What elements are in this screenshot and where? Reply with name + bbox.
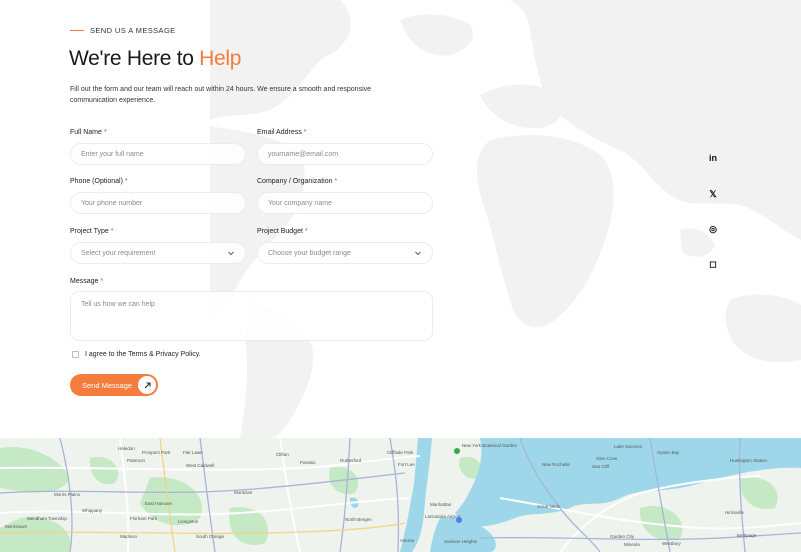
dribbble-link[interactable]: ◎ (703, 219, 723, 239)
map-label: Astoria (400, 538, 415, 543)
map-label: Great Neck (537, 504, 560, 509)
message-placeholder: Tell us how we can help (81, 301, 155, 308)
email-placeholder: yourname@email.com (268, 150, 339, 158)
map-label: Manhattan (430, 502, 452, 507)
project-type-label: Project Type * (70, 228, 113, 235)
phone-input[interactable]: Your phone number (70, 192, 246, 214)
phone-label: Phone (Optional) * (70, 178, 128, 185)
project-type-select[interactable]: Select your requirement (70, 242, 246, 264)
full-name-input[interactable]: Enter your full name (70, 143, 246, 165)
eyebrow-line (70, 30, 84, 31)
map-label: Paterson (127, 458, 146, 463)
message-label: Message * (70, 278, 103, 285)
required-mark: * (303, 129, 307, 136)
project-budget-label: Project Budget * (257, 228, 308, 235)
map-label: West Caldwell (186, 463, 215, 468)
map-label: East Hanover (145, 501, 173, 506)
map-label: Jackson Heights (444, 539, 478, 544)
send-message-button[interactable]: Send Message (70, 374, 158, 396)
title-main: We're Here to (69, 47, 194, 70)
terms-label: I agree to the Terms & Privacy Policy. (85, 351, 201, 358)
map-label: Whippany (82, 508, 103, 513)
map-label: Fort Lee (398, 462, 415, 467)
required-mark: * (103, 129, 107, 136)
map-label: Rutherford (340, 458, 362, 463)
required-mark: * (334, 178, 338, 185)
eyebrow-text: SEND US A MESSAGE (90, 26, 176, 35)
map-label: Morristown (5, 524, 28, 529)
map-label: Glen Cove (596, 456, 618, 461)
required-mark: * (110, 228, 114, 235)
project-budget-label-text: Project Budget (257, 228, 303, 235)
instagram-icon: ◻ (709, 258, 717, 269)
title-accent: Help (199, 47, 242, 70)
map-label: Montclair (234, 490, 253, 495)
email-label-text: Email Address (257, 129, 302, 136)
map-label: Morris Plains (54, 492, 81, 497)
full-name-placeholder: Enter your full name (81, 150, 144, 158)
map-label: Sea Cliff (592, 464, 609, 469)
email-field[interactable]: yourname@email.com (257, 143, 433, 165)
required-mark: * (124, 178, 128, 185)
map-label: Passaic (300, 460, 316, 465)
chevron-down-icon (415, 251, 421, 256)
map-label: New Rochelle (542, 462, 570, 467)
map-label: New York Botanical Garden (462, 443, 518, 448)
email-label: Email Address * (257, 129, 306, 136)
instagram-link[interactable]: ◻ (703, 254, 723, 274)
map-label: Madison (120, 534, 138, 539)
map-label: Cliffside Park (387, 450, 414, 455)
linkedin-icon: in (709, 153, 717, 163)
map-label: Fair Lawn (183, 450, 203, 455)
map-label: Lake Success (614, 444, 643, 449)
phone-label-text: Phone (Optional) (70, 178, 123, 185)
required-mark: * (304, 228, 308, 235)
dribbble-icon: ◎ (709, 223, 717, 234)
map-label: Mineola (624, 542, 640, 547)
map-label: South Orange (196, 534, 225, 539)
terms-checkbox[interactable] (72, 351, 79, 358)
map-label: Garden City (610, 534, 635, 539)
send-message-label: Send Message (82, 380, 133, 390)
page-title: We're Here to Help (69, 47, 241, 71)
linkedin-link[interactable]: in (703, 148, 723, 168)
map-label: Haledon (118, 446, 135, 451)
phone-placeholder: Your phone number (81, 199, 143, 207)
company-label-text: Company / Organization (257, 178, 333, 185)
full-name-label: Full Name * (70, 129, 107, 136)
x-icon: 𝕏 (709, 188, 717, 199)
map-label: Florham Park (130, 516, 158, 521)
page-description: Fill out the form and our team will reac… (70, 86, 372, 104)
message-label-text: Message (70, 278, 99, 285)
map-label: Hicksville (725, 510, 744, 515)
eyebrow: SEND US A MESSAGE (70, 26, 176, 35)
map-label: Livingston (178, 519, 199, 524)
chevron-down-icon (228, 251, 234, 256)
map-label: LaGuardia Airport (425, 514, 461, 519)
project-budget-value: Choose your budget range (268, 249, 351, 257)
location-map[interactable]: Haledon Prospect Park Paterson Fair Lawn… (0, 438, 801, 552)
map-label: Bethpage (737, 533, 757, 538)
map-label: Huntington Station (730, 458, 768, 463)
terms-agreement: I agree to the Terms & Privacy Policy. (72, 351, 201, 358)
map-label: Prospect Park (142, 450, 171, 455)
company-label: Company / Organization * (257, 178, 337, 185)
company-input[interactable]: Your company name (257, 192, 433, 214)
x-link[interactable]: 𝕏 (703, 184, 723, 204)
required-mark: * (100, 278, 104, 285)
arrow-up-right-icon (138, 376, 156, 394)
message-textarea[interactable]: Tell us how we can help (70, 291, 433, 341)
map-label: North Bergen (345, 517, 372, 522)
project-type-label-text: Project Type (70, 228, 109, 235)
project-budget-select[interactable]: Choose your budget range (257, 242, 433, 264)
map-label: Mendham Township (27, 516, 67, 521)
full-name-label-text: Full Name (70, 129, 102, 136)
map-label: Clifton (276, 452, 289, 457)
project-type-value: Select your requirement (81, 249, 156, 257)
company-placeholder: Your company name (268, 199, 332, 207)
map-label: Oyster Bay (657, 450, 680, 455)
contact-section: SEND US A MESSAGE We're Here to Help Fil… (0, 0, 801, 438)
map-label: Westbury (662, 541, 681, 546)
